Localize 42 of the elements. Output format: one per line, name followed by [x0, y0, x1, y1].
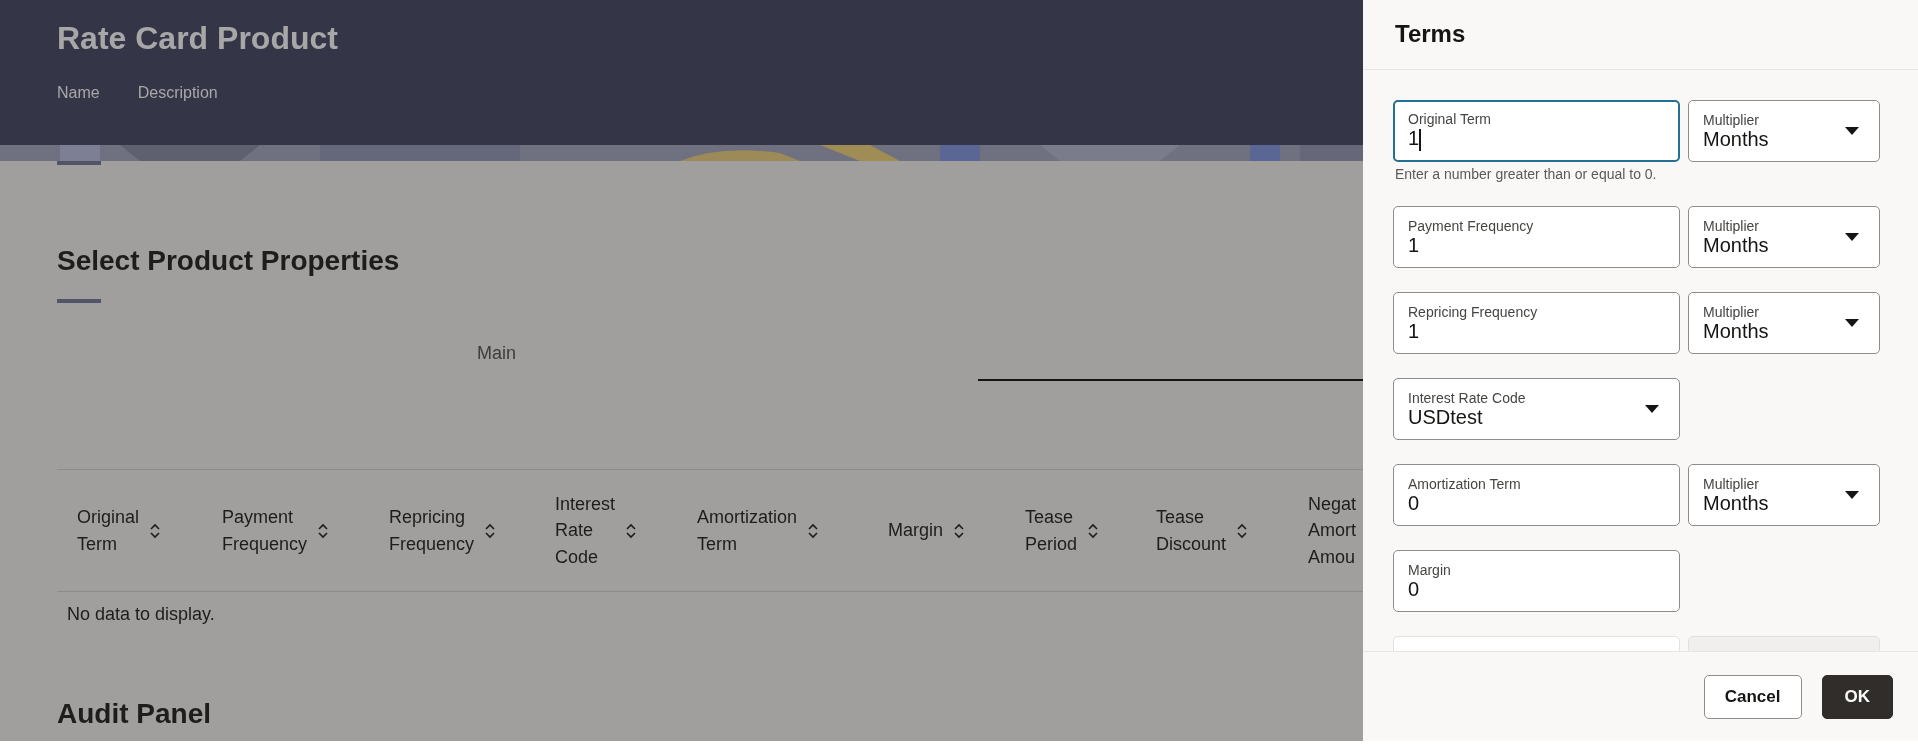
header-link[interactable]: Description [137, 84, 218, 102]
empty-message: No data to display. [66, 603, 216, 626]
input-field[interactable]: Amortization Term 0 [1393, 464, 1680, 526]
page-title: Rate Card Product [57, 20, 338, 57]
dropdown-field[interactable]: Interest Rate Code USDtest [1393, 378, 1680, 440]
column-header: Original Term [77, 506, 140, 556]
panel-title: Terms [1363, 0, 1918, 70]
column-header: Interest Rate Code [555, 493, 616, 569]
sort-icon[interactable] [1087, 522, 1100, 539]
dropdown-caret-icon [1845, 233, 1859, 241]
sort-icon[interactable] [484, 522, 497, 539]
dropdown-caret-icon [1845, 491, 1859, 499]
sort-icon[interactable] [625, 522, 638, 539]
input-field[interactable]: Repricing Frequency 1 [1393, 292, 1680, 354]
column-header: Payment Frequency [222, 506, 308, 556]
sort-icon[interactable] [807, 522, 820, 539]
ok-button[interactable]: OK [1821, 674, 1893, 719]
dropdown-caret-icon [1845, 127, 1859, 135]
column-header: Repricing Frequency [389, 506, 475, 556]
column-header: Tease Period [1025, 506, 1078, 556]
dropdown-field[interactable]: Multiplier Months [1688, 100, 1880, 162]
column-header: Tease Discount [1156, 506, 1227, 556]
dropdown-caret-icon [1845, 319, 1859, 327]
tab[interactable]: Main [477, 343, 516, 364]
dropdown-field[interactable]: Multiplier Months [1688, 292, 1880, 354]
column-header: Margin [888, 519, 944, 543]
dropdown-field[interactable]: Multiplier Months [1688, 464, 1880, 526]
column-header: Amortization Term [697, 506, 798, 556]
sort-icon[interactable] [317, 522, 330, 539]
dropdown-field[interactable]: Multiplier Months [1688, 206, 1880, 268]
sort-icon[interactable] [149, 522, 162, 539]
input-field[interactable]: Payment Frequency 1 [1393, 206, 1680, 268]
dropdown-caret-icon [1645, 405, 1659, 413]
helper-text: Enter a number greater than or equal to 0. [1395, 166, 1658, 182]
section-title: Audit Panel [57, 698, 212, 730]
input-field[interactable]: Original Term 1 [1393, 100, 1680, 162]
column-header: Negat Amort Amou [1308, 493, 1357, 569]
sort-icon[interactable] [953, 522, 966, 539]
input-field[interactable]: Margin 0 [1393, 550, 1680, 612]
sort-icon[interactable] [1236, 522, 1249, 539]
header-link[interactable]: Name [57, 84, 100, 102]
cancel-button[interactable]: Cancel [1703, 674, 1802, 719]
